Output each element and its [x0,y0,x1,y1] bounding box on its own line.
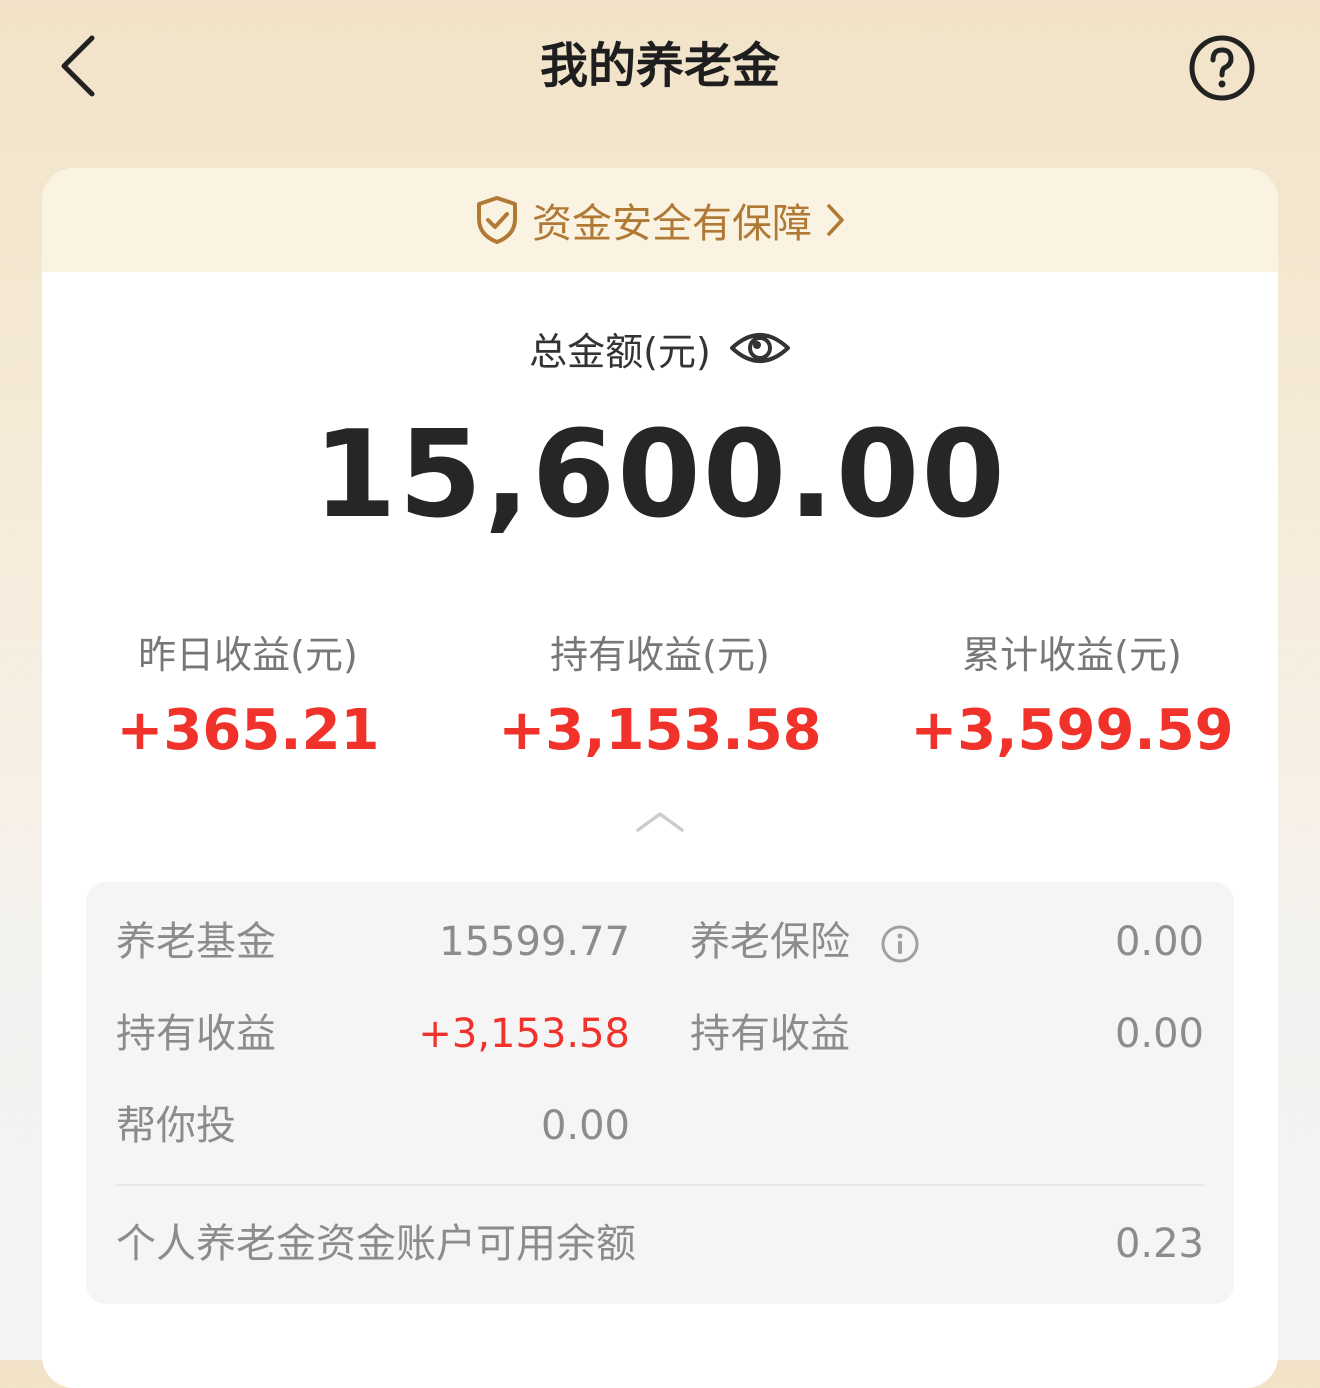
shield-check-icon [477,196,517,244]
top-nav-bar: 我的养老金 [0,0,1320,140]
fund-holding-value: +3,153.58 [418,1011,630,1057]
account-balance-label: 个人养老金资金账户可用余额 [116,1221,636,1267]
stat-label: 昨日收益(元) [138,633,358,677]
collapse-details-button[interactable] [634,808,686,836]
help-button[interactable] [1186,32,1258,104]
detail-divider [116,1184,1204,1186]
pension-detail-panel: 养老基金 15599.77 养老保险 0.00 持有收益 +3,153.58 持… [86,882,1234,1304]
insurance-holding-label: 持有收益 [690,1011,850,1057]
stat-yesterday-earnings: 昨日收益(元) +365.21 [42,623,454,771]
question-circle-icon [1189,35,1255,101]
help-invest-label: 帮你投 [116,1103,236,1149]
fund-holding-label: 持有收益 [116,1011,276,1057]
stat-label: 累计收益(元) [962,633,1182,677]
fund-value: 15599.77 [439,919,630,965]
stat-holding-earnings: 持有收益(元) +3,153.58 [454,623,866,771]
fund-safety-banner[interactable]: 资金安全有保障 [42,168,1278,272]
insurance-holding-value: 0.00 [1114,1011,1204,1057]
safety-banner-text: 资金安全有保障 [532,201,812,247]
total-amount-header: 总金额(元) [42,318,1278,378]
info-icon[interactable] [880,924,920,964]
fund-label: 养老基金 [116,919,276,965]
insurance-label: 养老保险 [690,919,850,965]
total-amount-label: 总金额(元) [529,329,711,374]
page-title: 我的养老金 [539,38,780,94]
stat-label: 持有收益(元) [550,633,770,677]
help-invest-value: 0.00 [540,1103,630,1149]
stat-cumulative-earnings: 累计收益(元) +3,599.59 [866,623,1278,771]
chevron-up-icon [636,812,684,832]
stat-value: +3,599.59 [910,698,1234,763]
account-balance-value: 0.23 [1114,1221,1204,1267]
chevron-right-icon [827,204,844,236]
total-amount-value: 15,600.00 [313,406,1007,545]
insurance-value: 0.00 [1114,919,1204,965]
eye-icon[interactable] [729,326,791,370]
stat-value: +3,153.58 [498,698,822,763]
stat-value: +365.21 [116,698,380,763]
pension-summary-card: 资金安全有保障 总金额(元) 15,600.00 昨日收益(元) +365.21… [42,168,1278,1388]
